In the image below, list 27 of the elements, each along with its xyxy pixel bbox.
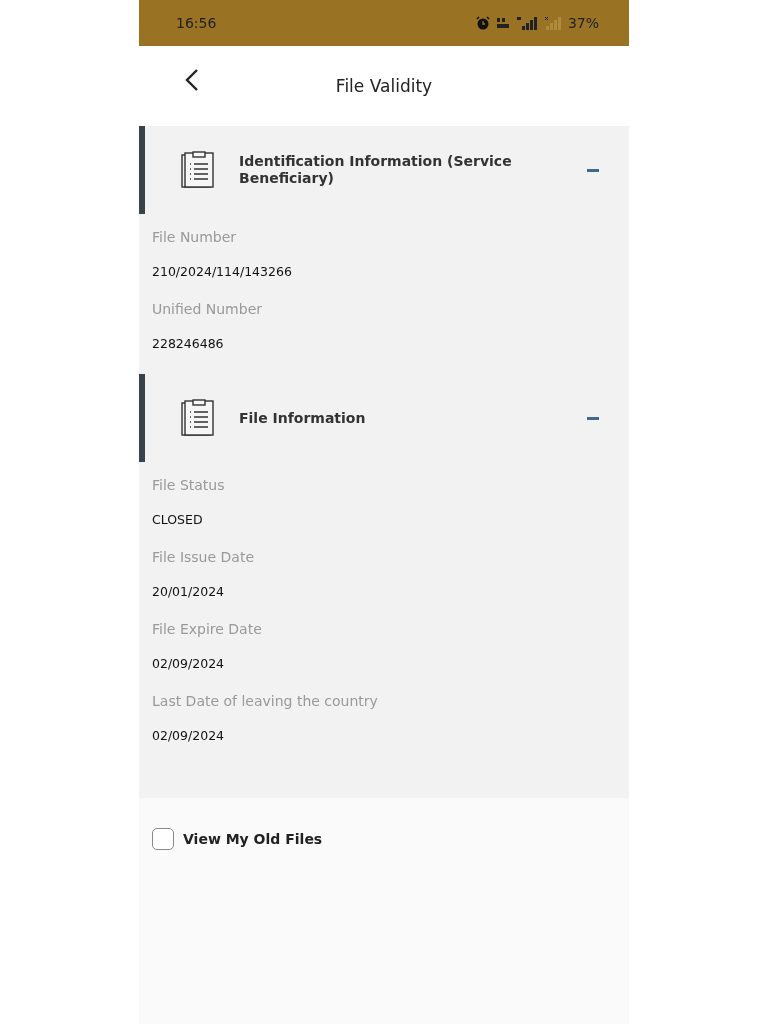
battery-level: 37% (567, 15, 599, 31)
clipboard-icon (181, 399, 215, 437)
field-label: Unified Number (152, 300, 264, 319)
field-value: 210/2024/114/143266 (152, 263, 293, 281)
field-label: File Number (152, 228, 238, 247)
field-value: 02/09/2024 (152, 655, 226, 673)
field-value: 02/09/2024 (152, 727, 226, 745)
field-label: File Status (152, 476, 226, 495)
field-label: File Issue Date (152, 548, 255, 567)
checkbox-label: View My Old Files (183, 831, 323, 847)
checkbox[interactable] (152, 828, 174, 850)
page-title: File Validity (335, 76, 433, 96)
signal-icon (515, 16, 538, 30)
section-title: File Information (239, 409, 367, 427)
section-header[interactable]: Identification Information (Service Beneficiary) (139, 126, 629, 214)
field-label: Last Date of leaving the country (152, 692, 379, 711)
section-header[interactable]: File Information (139, 374, 629, 462)
alarm-icon (475, 16, 490, 30)
field-value: 20/01/2024 (152, 583, 226, 601)
field-label: File Expire Date (152, 620, 263, 639)
back-icon[interactable] (185, 68, 199, 92)
clipboard-icon (181, 151, 215, 189)
status-time: 16:56 (176, 15, 217, 31)
field-value: 228246486 (152, 335, 225, 353)
signal-icon (543, 16, 562, 30)
section-title: Identification Information (Service Beneficiary) (239, 153, 513, 187)
field-value: CLOSED (152, 511, 204, 529)
